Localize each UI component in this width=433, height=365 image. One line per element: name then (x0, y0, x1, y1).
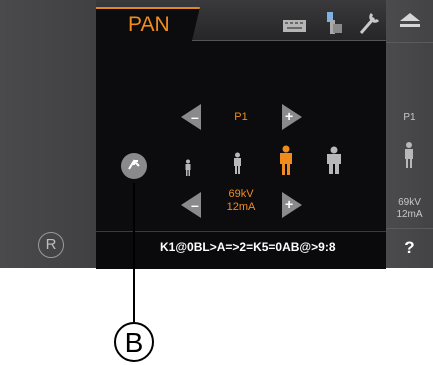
patient-child-icon[interactable] (183, 159, 193, 176)
exposure-next-button[interactable]: + (282, 192, 302, 218)
program-label: P1 (234, 111, 248, 123)
keyboard-icon[interactable] (283, 19, 307, 33)
patient-large-icon[interactable] (324, 146, 344, 174)
program-prev-button[interactable]: – (181, 104, 201, 130)
wrench-icon[interactable] (357, 10, 381, 36)
left-panel: R (0, 0, 96, 268)
device-screen: R PAN P1 69kV 12mA ? – P1 + – 69kV 12mA … (0, 0, 433, 269)
help-button[interactable]: ? (386, 238, 433, 258)
side-program: P1 (403, 112, 416, 123)
side-kv: 69kV (398, 197, 421, 208)
right-panel: P1 69kV 12mA ? (386, 0, 433, 268)
status-text: K1@0BL>A=>2=K5=0AB@>9:8 (160, 240, 336, 254)
patient-small-icon[interactable] (231, 152, 244, 174)
rotate-icon[interactable] (120, 152, 148, 180)
tab-pan-label: PAN (128, 13, 170, 36)
tab-pan[interactable]: PAN (96, 7, 200, 42)
r-label: R (45, 236, 57, 253)
eject-icon[interactable] (399, 12, 421, 30)
device-icon[interactable] (322, 10, 344, 36)
side-ma: 12mA (396, 209, 423, 220)
status-bar: K1@0BL>A=>2=K5=0AB@>9:8 (96, 231, 386, 269)
exposure-prev-button[interactable]: – (181, 192, 201, 218)
exposure-kv: 69kV (228, 188, 254, 200)
patient-side-icon (405, 142, 413, 168)
patient-medium-icon[interactable] (277, 145, 295, 175)
program-next-button[interactable]: + (282, 104, 302, 130)
r-button[interactable]: R (38, 232, 64, 258)
callout-b: B (114, 322, 154, 362)
exposure-ma: 12mA (226, 201, 256, 213)
callout-leader-line (133, 183, 135, 322)
